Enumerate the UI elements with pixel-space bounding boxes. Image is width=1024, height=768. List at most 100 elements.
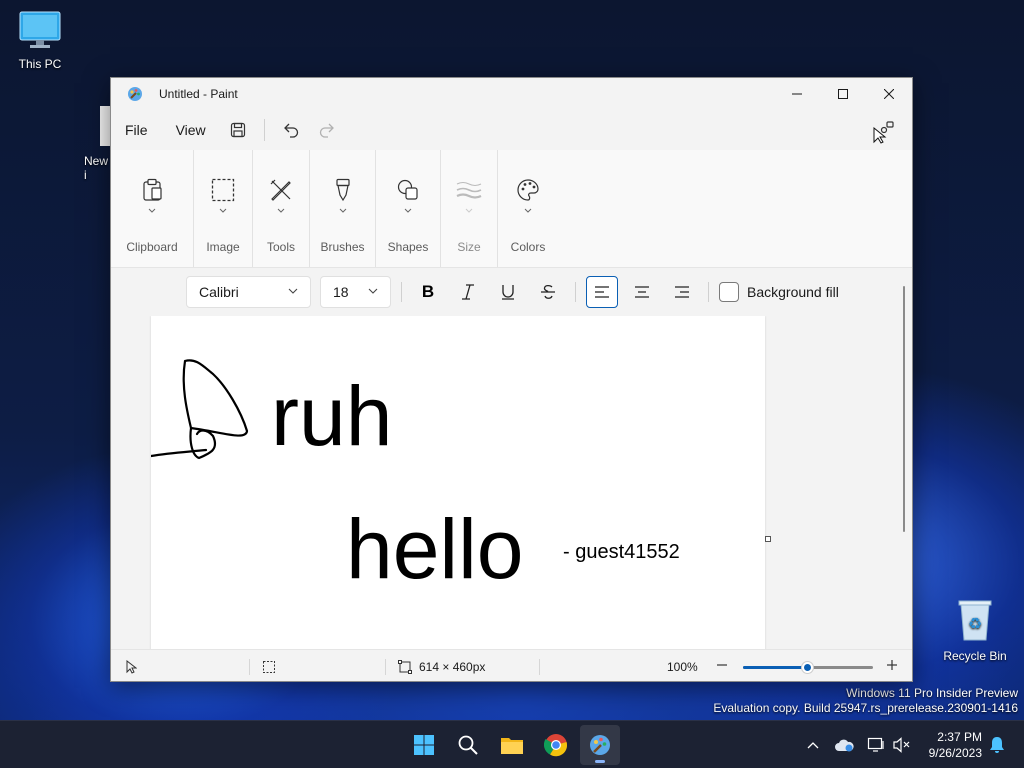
menu-bar: File View — [111, 110, 912, 150]
background-fill-label: Background fill — [747, 284, 839, 300]
cursor-position-icon — [125, 659, 138, 677]
chevron-down-icon — [219, 208, 227, 213]
scrollbar-thumb[interactable] — [903, 286, 905, 532]
align-center-icon — [635, 286, 649, 298]
watermark-line-1: Windows 11 Pro Insider Preview — [846, 686, 1018, 700]
redo-button[interactable] — [313, 116, 341, 144]
align-right-button[interactable] — [666, 276, 698, 308]
toolbar-separator — [575, 282, 576, 302]
onedrive-tray-icon[interactable] — [834, 735, 854, 755]
ribbon-group-label: Clipboard — [126, 240, 178, 254]
underline-icon — [502, 285, 514, 300]
ribbon-group-colors[interactable]: Colors — [498, 150, 558, 267]
title-bar[interactable]: Untitled - Paint — [111, 78, 912, 110]
brush-icon — [329, 176, 357, 204]
ribbon-group-clipboard[interactable]: Clipboard — [111, 150, 194, 267]
close-button[interactable] — [866, 78, 912, 110]
tools-icon — [267, 176, 295, 204]
ribbon-group-shapes[interactable]: Shapes — [376, 150, 441, 267]
drawing-canvas[interactable]: ruh hello - guest41552 — [151, 316, 765, 649]
strikethrough-button[interactable] — [532, 276, 564, 308]
font-family-select[interactable]: Calibri — [186, 276, 311, 308]
cloud-icon — [835, 739, 854, 752]
desktop-icon-new-item[interactable]: New i — [78, 106, 112, 182]
bell-icon — [990, 737, 1004, 753]
settings-button[interactable] — [870, 118, 898, 146]
desktop-icon-label: This PC — [18, 57, 62, 71]
taskbar-file-explorer[interactable] — [492, 725, 532, 765]
zoom-in-button[interactable] — [885, 658, 899, 675]
taskbar: 2:37 PM 9/26/2023 — [0, 720, 1024, 768]
canvas-text-hello: hello — [346, 502, 524, 596]
align-left-icon — [595, 286, 609, 298]
ribbon-group-tools[interactable]: Tools — [253, 150, 310, 267]
selection-size-icon — [262, 660, 276, 677]
strikethrough-icon — [541, 284, 555, 299]
save-button[interactable] — [224, 116, 252, 144]
align-center-button[interactable] — [626, 276, 658, 308]
start-button[interactable] — [404, 725, 444, 765]
clipboard-icon — [138, 176, 166, 204]
ribbon-group-label: Tools — [266, 240, 295, 254]
bold-button[interactable]: B — [412, 276, 444, 308]
toolbar-separator — [401, 282, 402, 302]
show-hidden-icons-button[interactable] — [803, 735, 823, 755]
desktop-icon-recycle-bin[interactable]: ♻ Recycle Bin — [935, 598, 1015, 663]
ribbon: Clipboard Image Tools Brushes Shapes Siz… — [111, 150, 912, 268]
italic-icon — [462, 284, 474, 300]
zoom-out-button[interactable] — [715, 658, 729, 675]
taskbar-chrome[interactable] — [536, 725, 576, 765]
clock-date: 9/26/2023 — [928, 746, 982, 760]
background-fill-checkbox[interactable] — [719, 282, 739, 302]
canvas-size-icon — [398, 660, 412, 677]
ribbon-group-brushes[interactable]: Brushes — [310, 150, 376, 267]
freehand-drawing — [151, 359, 249, 460]
recycle-bin-icon: ♻ — [935, 598, 1015, 645]
chevron-down-icon — [288, 288, 298, 294]
selection-icon — [209, 176, 237, 204]
undo-button[interactable] — [277, 116, 305, 144]
paint-app-icon — [127, 86, 143, 102]
vertical-scrollbar[interactable] — [901, 282, 907, 532]
canvas-resize-handle[interactable] — [765, 536, 771, 542]
speaker-muted-icon — [893, 737, 910, 753]
chevron-down-icon — [339, 208, 346, 213]
chevron-down-icon — [368, 288, 378, 294]
ribbon-group-label: Colors — [510, 240, 546, 254]
menu-separator — [263, 119, 265, 141]
ribbon-group-size[interactable]: Size — [441, 150, 498, 267]
zoom-slider[interactable] — [743, 662, 873, 673]
chevron-down-icon — [465, 208, 473, 213]
toolbar-separator — [708, 282, 709, 302]
folder-icon — [501, 738, 523, 754]
desktop-icon-label: Recycle Bin — [943, 649, 1007, 663]
ribbon-group-image[interactable]: Image — [194, 150, 253, 267]
taskbar-search-button[interactable] — [448, 725, 488, 765]
shapes-icon — [394, 176, 422, 204]
underline-button[interactable] — [492, 276, 524, 308]
network-tray-icon[interactable] — [866, 735, 886, 755]
menu-view[interactable]: View — [162, 122, 220, 138]
maximize-button[interactable] — [820, 78, 866, 110]
chevron-down-icon — [148, 208, 156, 213]
undo-icon — [283, 123, 298, 138]
italic-button[interactable] — [452, 276, 484, 308]
ribbon-group-label: Shapes — [387, 240, 429, 254]
font-size-select[interactable]: 18 — [320, 276, 391, 308]
menu-file[interactable]: File — [111, 122, 162, 138]
paint-icon — [590, 735, 610, 755]
desktop-icon-this-pc[interactable]: This PC — [0, 10, 80, 71]
notifications-button[interactable] — [987, 735, 1007, 755]
taskbar-paint[interactable] — [580, 725, 620, 765]
zoom-slider-thumb[interactable] — [802, 662, 813, 673]
chrome-icon — [544, 734, 568, 757]
zoom-percentage[interactable]: 100% — [667, 660, 698, 674]
align-left-button[interactable] — [586, 276, 618, 308]
paint-window: Untitled - Paint File View Clipboard Ima… — [110, 77, 913, 682]
volume-tray-icon[interactable] — [892, 735, 912, 755]
minimize-button[interactable] — [774, 78, 820, 110]
svg-text:♻: ♻ — [968, 614, 982, 633]
zoom-slider-fill — [743, 666, 808, 669]
taskbar-clock[interactable]: 2:37 PM 9/26/2023 — [920, 729, 982, 761]
ribbon-group-label: Size — [457, 240, 481, 254]
